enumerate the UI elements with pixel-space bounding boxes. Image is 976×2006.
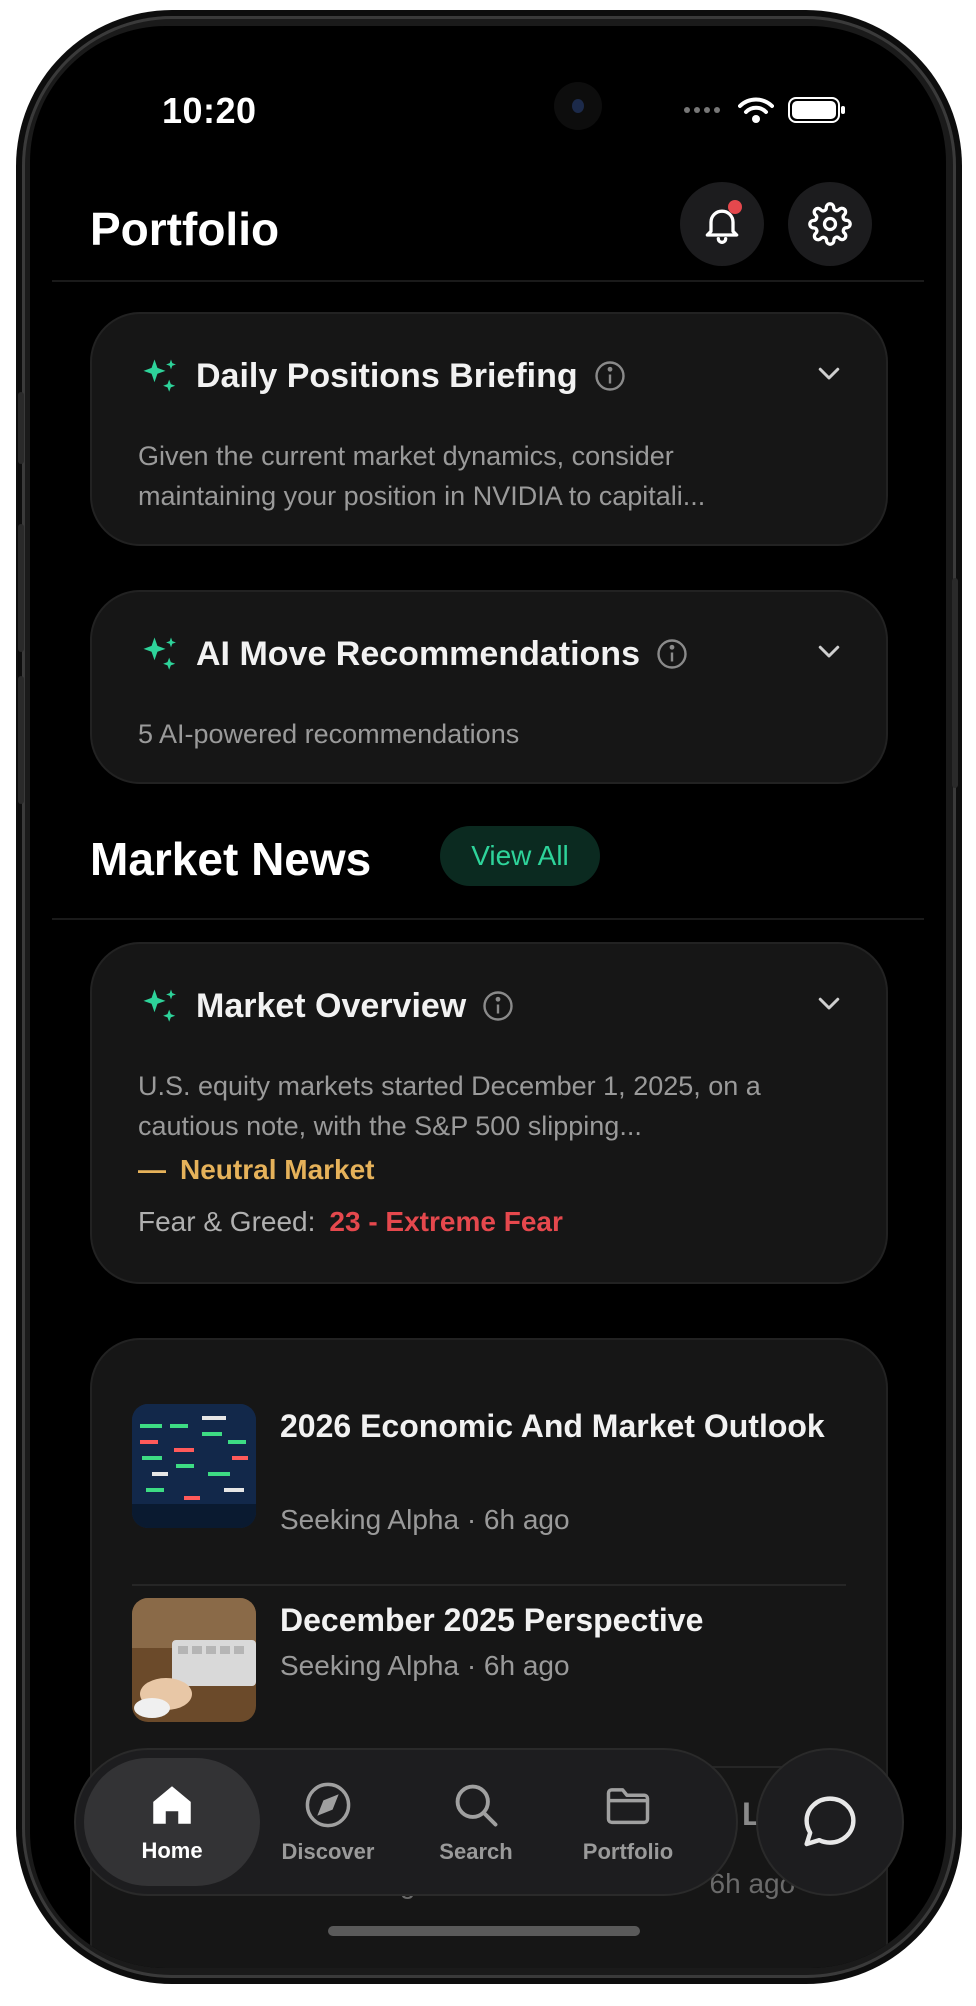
sentiment-label: Neutral Market <box>180 1154 375 1185</box>
sparkle-icon <box>143 359 176 392</box>
market-news-title: Market News <box>90 833 372 885</box>
news-thumbnail <box>132 1598 256 1722</box>
wifi-icon <box>738 97 774 123</box>
market-overview-card[interactable]: Market Overview U.S. equity markets star… <box>90 942 888 1284</box>
news-title: December 2025 Perspective <box>280 1602 704 1638</box>
settings-button[interactable] <box>788 182 872 266</box>
chat-bubble-icon <box>804 1796 856 1847</box>
home-indicator <box>328 1926 640 1936</box>
power-button <box>952 578 958 788</box>
front-camera <box>554 82 602 130</box>
chat-button[interactable] <box>756 1748 904 1896</box>
recommendations-text: 5 AI-powered recommendations <box>138 719 520 749</box>
news-divider <box>52 918 924 920</box>
compass-icon <box>305 1782 351 1828</box>
battery-icon <box>788 97 845 123</box>
news-meta: Seeking Alpha · 6h ago <box>280 1650 570 1681</box>
volume-up-button <box>18 524 24 652</box>
screen: 10:20 Portfolio Daily Positions Briefing… <box>30 26 946 1968</box>
tab-label: Discover <box>281 1839 375 1864</box>
chevron-down-icon[interactable] <box>814 988 844 1018</box>
tab-label: Home <box>141 1838 203 1863</box>
house-icon <box>153 1786 191 1824</box>
news-title: 2026 Economic And Market Outlook <box>280 1408 825 1444</box>
overview-text: U.S. equity markets started December 1, … <box>138 1071 761 1141</box>
briefing-text: Given the current market dynamics, consi… <box>138 441 706 511</box>
sentiment-dash: — <box>138 1154 166 1185</box>
header-divider <box>52 280 924 282</box>
sentiment-row: — Neutral Market <box>138 1154 375 1186</box>
overview-title: Market Overview <box>196 986 467 1025</box>
tab-home[interactable]: Home <box>84 1758 260 1886</box>
tab-bar: Home Discover Search Portfolio <box>74 1748 738 1896</box>
fear-greed-label: Fear & Greed: <box>138 1206 316 1237</box>
recommendations-title: AI Move Recommendations <box>196 634 640 673</box>
chevron-down-icon[interactable] <box>814 636 844 666</box>
keyboard-hand-image <box>132 1598 256 1722</box>
tab-search[interactable]: Search <box>388 1758 564 1886</box>
view-all-button[interactable]: View All <box>440 826 600 886</box>
chevron-down-icon[interactable] <box>814 358 844 388</box>
action-button <box>18 392 24 464</box>
fear-greed-row: Fear & Greed: 23 - Extreme Fear <box>138 1206 563 1238</box>
stock-board-image <box>132 1404 256 1528</box>
news-meta: Seeking Alpha · 6h ago <box>280 1504 570 1535</box>
info-icon[interactable] <box>480 988 516 1024</box>
sparkle-icon <box>143 989 176 1022</box>
page-title: Portfolio <box>90 203 280 255</box>
info-icon[interactable] <box>592 358 628 394</box>
notifications-button[interactable] <box>680 182 764 266</box>
tab-label: Portfolio <box>582 1839 674 1864</box>
cellular-signal-icon <box>684 107 720 113</box>
sparkle-icon <box>143 637 176 670</box>
news-thumbnail <box>132 1404 256 1528</box>
gear-icon <box>808 202 852 246</box>
status-icons <box>682 96 846 124</box>
list-item[interactable]: December 2025 Perspective Seeking Alpha … <box>132 1598 846 1728</box>
list-divider <box>132 1584 846 1586</box>
status-time: 10:20 <box>162 90 257 131</box>
tab-label: Search <box>439 1839 513 1864</box>
briefing-card[interactable]: Daily Positions Briefing Given the curre… <box>90 312 888 546</box>
notification-badge <box>728 200 742 214</box>
fear-greed-value: 23 - Extreme Fear <box>329 1206 563 1237</box>
list-item[interactable]: 2026 Economic And Market Outlook Seeking… <box>132 1404 846 1554</box>
volume-down-button <box>18 676 24 804</box>
magnifier-icon <box>455 1784 498 1827</box>
folder-icon <box>606 1788 650 1825</box>
recommendations-card[interactable]: AI Move Recommendations 5 AI-powered rec… <box>90 590 888 784</box>
briefing-title: Daily Positions Briefing <box>196 356 578 395</box>
info-icon[interactable] <box>654 636 690 672</box>
tab-portfolio[interactable]: Portfolio <box>540 1758 716 1886</box>
